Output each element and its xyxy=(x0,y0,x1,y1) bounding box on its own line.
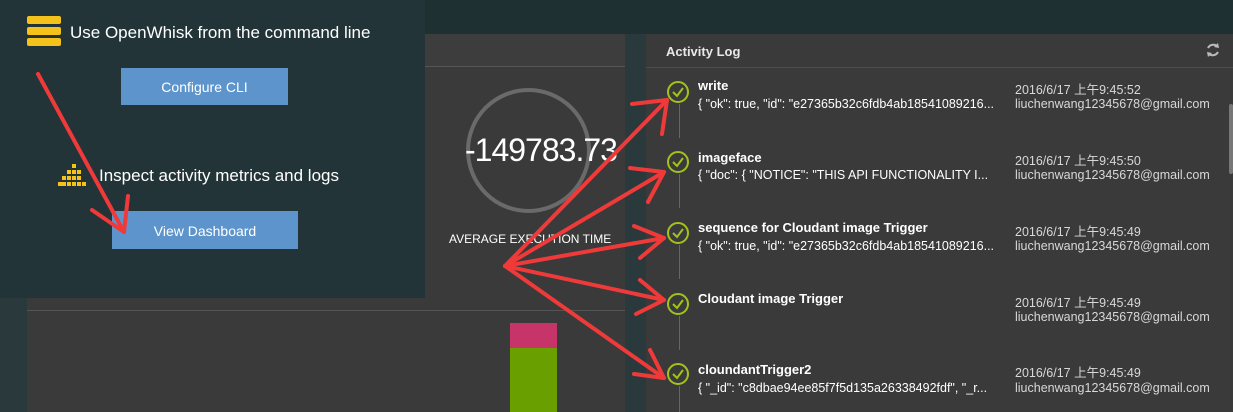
log-entry-user: liuchenwang12345678@gmail.com xyxy=(1015,310,1210,324)
log-entry-name[interactable]: cloundantTrigger2 xyxy=(698,362,811,377)
chart-bar-failed xyxy=(510,323,557,348)
timeline-connector xyxy=(679,386,680,412)
cli-section-title: Use OpenWhisk from the command line xyxy=(70,23,371,42)
average-execution-label: AVERAGE EXECUTION TIME xyxy=(449,232,612,246)
log-entry-user: liuchenwang12345678@gmail.com xyxy=(1015,97,1210,111)
dashboard-bars-icon xyxy=(58,162,88,190)
log-entry-time: 2016/6/17 上午9:45:50 xyxy=(1015,154,1141,168)
configure-cli-button[interactable]: Configure CLI xyxy=(121,68,288,105)
log-entry-name[interactable]: sequence for Cloudant image Trigger xyxy=(698,220,928,235)
log-entry-detail: { "doc": { "NOTICE": "THIS API FUNCTIONA… xyxy=(698,168,989,182)
refresh-icon[interactable] xyxy=(1205,42,1221,58)
metric-panel-header xyxy=(425,34,625,67)
server-stack-icon xyxy=(27,16,61,46)
log-entry-user: liuchenwang12345678@gmail.com xyxy=(1015,239,1210,253)
log-scrollbar[interactable] xyxy=(1229,104,1233,174)
log-entry-time: 2016/6/17 上午9:45:52 xyxy=(1015,83,1141,97)
timeline-connector xyxy=(679,316,680,350)
log-entry-name[interactable]: imageface xyxy=(698,150,762,165)
success-check-icon xyxy=(666,292,690,316)
timeline-connector xyxy=(679,245,680,279)
timeline-connector xyxy=(679,174,680,208)
activity-log-title: Activity Log xyxy=(666,44,741,59)
log-entry-detail: { "_id": "c8dbae94ee85f7f5d135a26338492f… xyxy=(698,381,988,395)
success-check-icon xyxy=(666,362,690,386)
success-check-icon xyxy=(666,80,690,104)
view-dashboard-button[interactable]: View Dashboard xyxy=(112,211,298,249)
log-entry-name[interactable]: write xyxy=(698,78,728,93)
log-entry-user: liuchenwang12345678@gmail.com xyxy=(1015,381,1210,395)
dashboard-section-title: Inspect activity metrics and logs xyxy=(99,166,339,185)
average-execution-value: -149783.73 xyxy=(465,132,618,168)
activity-log-header: Activity Log xyxy=(646,34,1233,68)
log-entry-detail: { "ok": true, "id": "e27365b32c6fdb4ab18… xyxy=(698,239,995,253)
log-entry-detail: { "ok": true, "id": "e27365b32c6fdb4ab18… xyxy=(698,97,995,111)
timeline-connector xyxy=(679,104,680,138)
success-check-icon xyxy=(666,221,690,245)
log-entry-time: 2016/6/17 上午9:45:49 xyxy=(1015,296,1141,310)
getting-started-overlay xyxy=(0,0,425,298)
success-check-icon xyxy=(666,150,690,174)
log-entry-name[interactable]: Cloudant image Trigger xyxy=(698,291,843,306)
log-entry-user: liuchenwang12345678@gmail.com xyxy=(1015,168,1210,182)
log-entry-time: 2016/6/17 上午9:45:49 xyxy=(1015,366,1141,380)
chart-bar-success xyxy=(510,348,557,412)
log-entry-time: 2016/6/17 上午9:45:49 xyxy=(1015,225,1141,239)
